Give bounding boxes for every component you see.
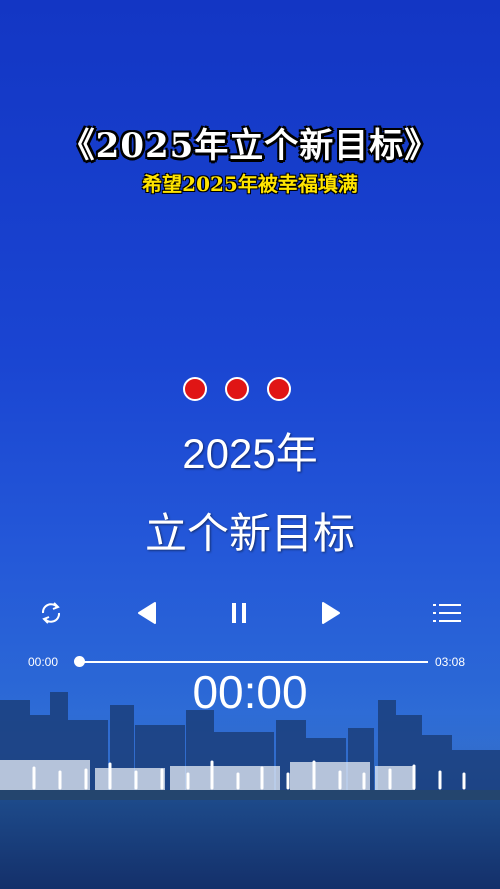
next-icon [322,602,340,624]
repeat-button[interactable] [31,596,71,630]
red-dot [183,377,207,401]
previous-icon [138,602,156,624]
page-subtitle: 希望2025年被幸福填满 [142,172,358,196]
lyric-line-1: 2025年 [182,430,318,477]
dots-indicator [183,377,291,401]
playlist-icon [433,604,461,622]
lyric-line-2: 立个新目标 [144,510,355,557]
red-dot [225,377,249,401]
time-display: 00:00 [192,666,308,718]
pause-icon [232,603,246,623]
page-title: 《2025年立个新目标》 [60,126,440,166]
pause-button[interactable] [219,596,259,630]
repeat-icon [41,602,61,624]
progress-track[interactable] [76,661,428,663]
next-button[interactable] [310,596,350,630]
previous-button[interactable] [128,596,168,630]
waveform-visualizer [32,760,466,790]
red-dot [267,377,291,401]
playlist-button[interactable] [427,596,467,630]
